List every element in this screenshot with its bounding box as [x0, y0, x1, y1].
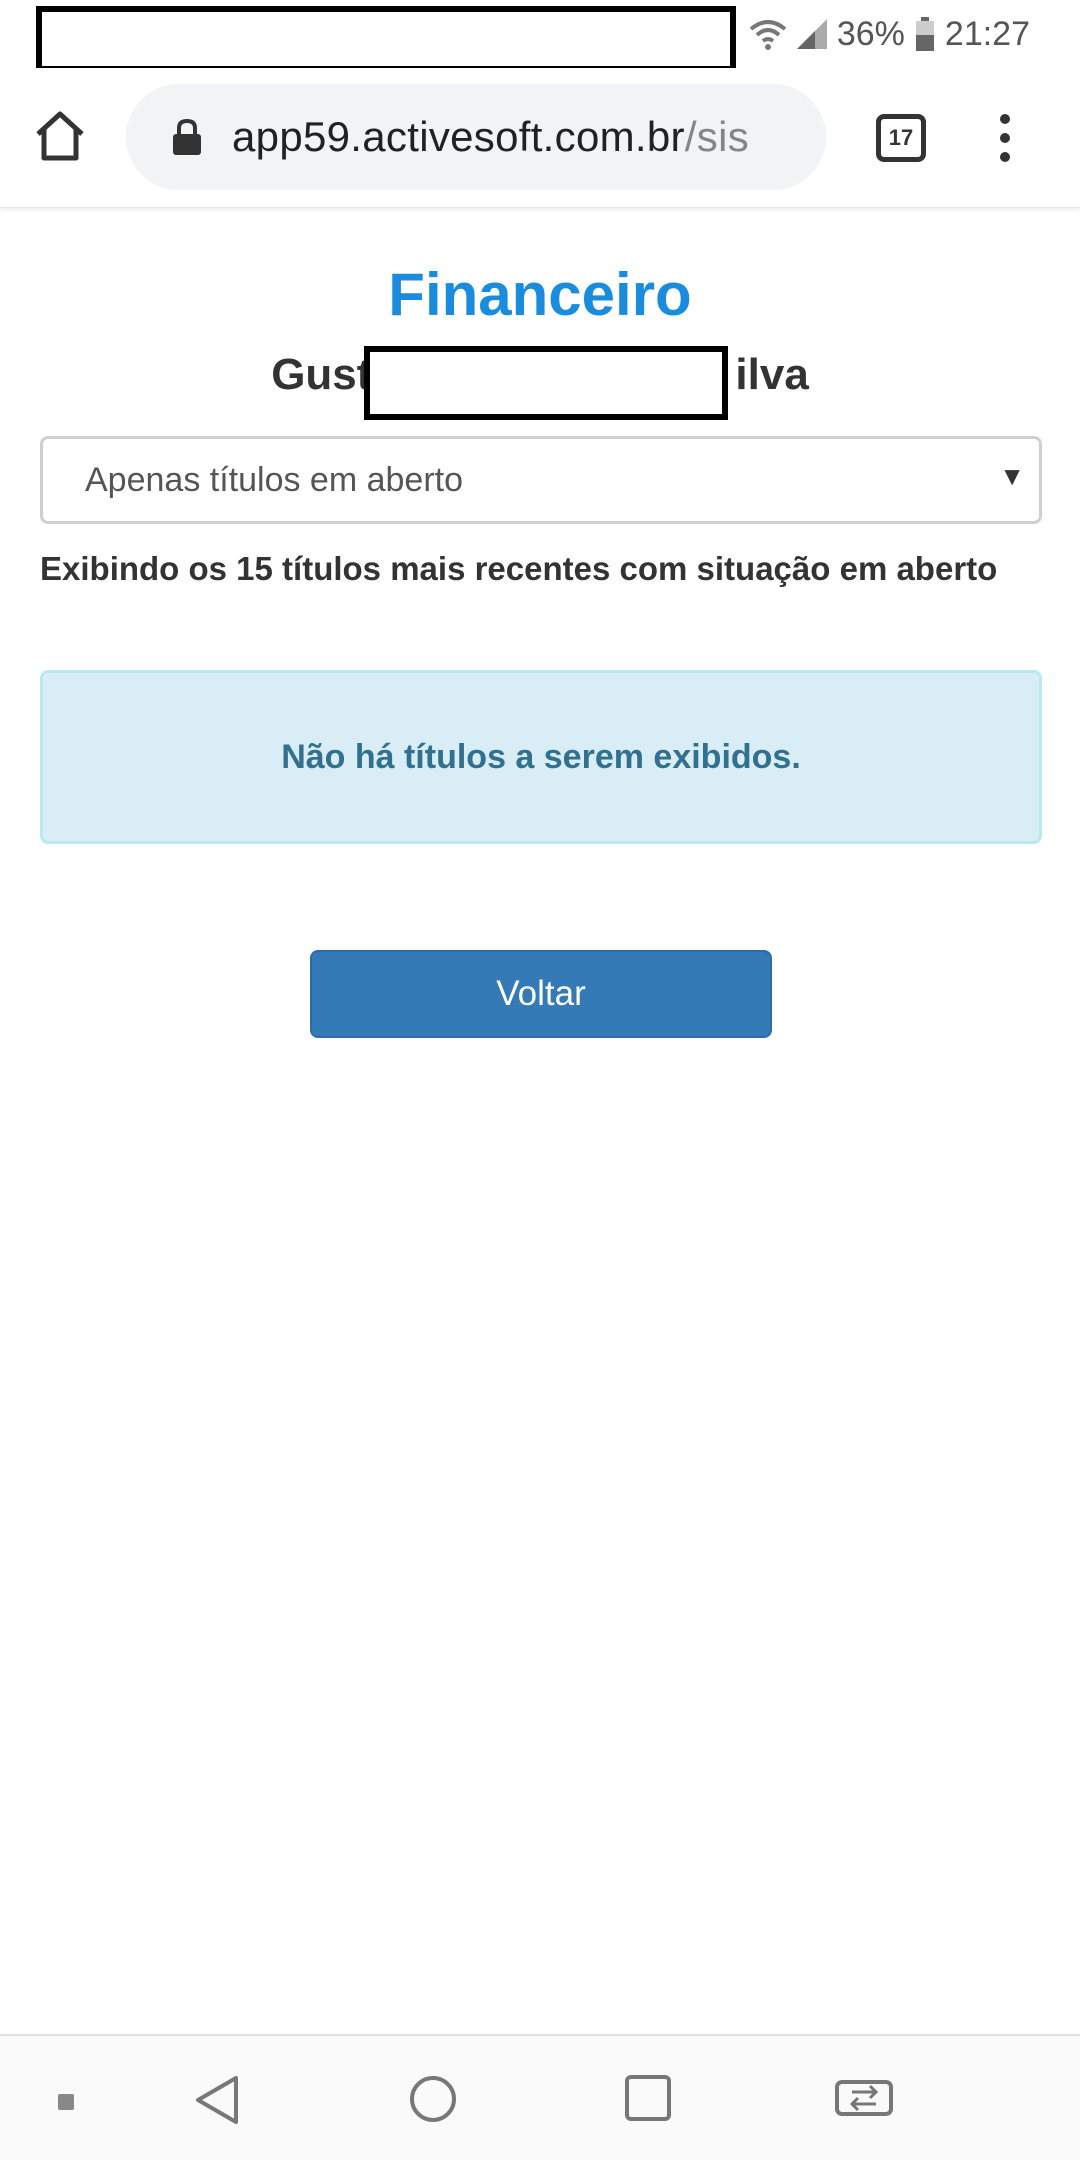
home-icon[interactable] [32, 108, 92, 168]
lock-icon [172, 118, 202, 156]
battery-icon [915, 17, 935, 51]
empty-message: Não há títulos a serem exibidos. [281, 737, 801, 776]
page-title: Financeiro [388, 261, 692, 328]
redacted-area [364, 346, 728, 420]
browser-toolbar: app59.activesoft.com.br/sis 17 [0, 68, 1080, 208]
dropdown-arrow-icon: ▼ [999, 461, 1025, 491]
tab-count: 17 [888, 125, 914, 150]
wifi-icon [749, 17, 787, 51]
redacted-area [36, 6, 736, 72]
results-info: Exibindo os 15 títulos mais recentes com… [40, 550, 998, 587]
more-vertical-icon[interactable] [990, 112, 1020, 164]
status-filter-select[interactable]: Apenas títulos em aberto ▼ [40, 436, 1042, 524]
signal-icon [796, 19, 827, 49]
back-button[interactable]: Voltar [310, 950, 772, 1038]
navigation-bar [0, 2034, 1080, 2160]
tab-switcher-button[interactable]: 17 [876, 114, 926, 162]
dot-icon[interactable] [58, 2094, 74, 2110]
empty-alert: Não há títulos a serem exibidos. [40, 670, 1042, 844]
filter-selected-value: Apenas títulos em aberto [85, 460, 464, 499]
battery-percent: 36% [836, 14, 905, 53]
home-circle-icon[interactable] [408, 2074, 458, 2124]
address-bar[interactable]: app59.activesoft.com.br/sis [126, 84, 826, 190]
switch-apps-icon[interactable] [834, 2074, 894, 2118]
back-icon[interactable] [192, 2074, 242, 2126]
url-text: app59.activesoft.com.br/sis [232, 113, 750, 160]
status-icons: 36% 21:27 [749, 8, 1030, 60]
clock: 21:27 [944, 14, 1030, 53]
status-bar: 36% 21:27 [0, 0, 1080, 72]
recent-apps-icon[interactable] [624, 2074, 672, 2122]
